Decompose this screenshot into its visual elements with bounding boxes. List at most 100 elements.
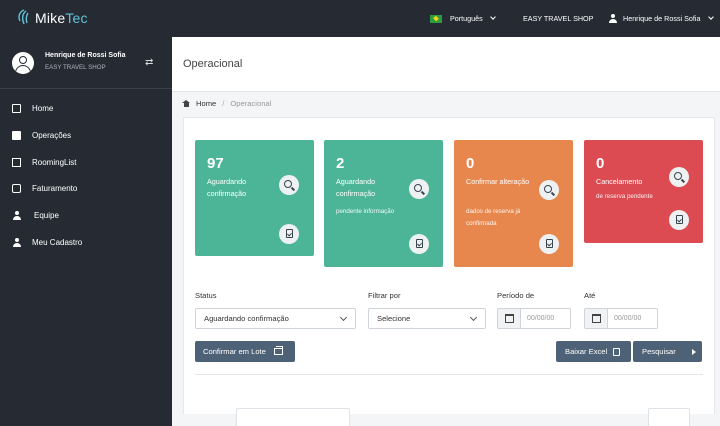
section-divider — [195, 374, 703, 375]
chevron-down-icon — [489, 14, 496, 20]
card-search-button[interactable] — [409, 179, 429, 199]
breadcrumb-current: Operacional — [230, 98, 272, 108]
card-count: 0 — [596, 155, 605, 172]
page-title: Operacional — [183, 58, 243, 70]
sidebar-item-label: Meu Cadastro — [32, 237, 83, 247]
batch-confirm-button[interactable]: Confirmar em Lote — [195, 341, 295, 362]
operations-icon — [12, 130, 21, 140]
sidebar-item-equipe[interactable]: Equipe — [0, 204, 172, 226]
filter-by-label: Filtrar por — [368, 291, 401, 300]
sidebar-item-label: Home — [32, 103, 54, 113]
download-icon — [545, 239, 553, 248]
card-awaiting-confirmation: 97 Aguardando confirmação — [195, 140, 314, 256]
excel-file-icon — [613, 347, 621, 356]
language-label: Português — [450, 14, 483, 23]
profile-shop: EASY TRAVEL SHOP — [45, 64, 106, 71]
breadcrumb: Home / Operacional — [182, 97, 271, 109]
card-count: 97 — [207, 155, 224, 172]
page-size-select[interactable] — [236, 408, 350, 426]
card-download-button[interactable] — [539, 234, 559, 254]
filter-by-select[interactable]: Selecione — [368, 308, 486, 329]
download-icon — [675, 215, 683, 224]
sidebar-item-roominglist[interactable]: RoomingList — [0, 151, 172, 173]
rooming-list-icon — [12, 157, 21, 167]
card-download-button[interactable] — [669, 210, 689, 230]
calendar-icon — [505, 314, 514, 323]
swap-icon[interactable]: ⇄ — [145, 57, 153, 68]
profile-name: Henrique de Rossi Sofia — [45, 52, 126, 59]
search-icon — [414, 183, 422, 192]
logo-mark-icon — [18, 9, 29, 25]
period-to-input[interactable]: 00/00/00 — [608, 308, 658, 329]
period-to-field: 00/00/00 — [584, 308, 658, 329]
language-selector[interactable]: Português — [430, 0, 496, 37]
search-icon — [284, 179, 292, 188]
user-menu[interactable]: Henrique de Rossi Sofia — [608, 0, 714, 37]
card-search-button[interactable] — [279, 175, 299, 195]
card-awaiting-confirmation-pending: 2 Aguardando confirmação pendente inform… — [324, 140, 443, 267]
status-select[interactable]: Aguardando confirmação — [195, 308, 356, 329]
status-label: Status — [195, 291, 217, 300]
search-label: Pesquisar — [642, 347, 676, 356]
sidebar-item-label: Faturamento — [32, 183, 78, 193]
card-count: 0 — [466, 155, 475, 172]
card-title: Aguardando confirmação — [207, 177, 247, 198]
chevron-down-icon — [707, 14, 714, 20]
card-title: Cancelamento — [596, 177, 643, 186]
user-name-label: Henrique de Rossi Sofia — [623, 14, 701, 23]
team-icon — [12, 210, 21, 220]
top-navbar: MikeTec Português EASY TRAVEL SHOP Henri… — [0, 0, 720, 37]
card-title: Confirmar alteração — [466, 177, 530, 186]
download-excel-label: Baixar Excel — [565, 347, 608, 356]
period-from-input[interactable]: 00/00/00 — [521, 308, 571, 329]
download-icon — [415, 239, 423, 248]
card-confirm-change: 0 Confirmar alteração dados de reserva j… — [454, 140, 573, 267]
user-icon — [12, 237, 21, 247]
batch-confirm-label: Confirmar em Lote — [203, 347, 266, 356]
batch-icon — [273, 345, 284, 355]
brand-logo[interactable]: MikeTec — [16, 7, 88, 29]
avatar — [12, 52, 34, 74]
agency-label: EASY TRAVEL SHOP — [523, 14, 594, 23]
sidebar-item-faturamento[interactable]: Faturamento — [0, 177, 172, 199]
chevron-down-icon — [339, 313, 348, 322]
caret-right-icon — [691, 348, 696, 355]
card-title: Aguardando confirmação — [336, 177, 376, 198]
billing-icon — [12, 183, 21, 193]
period-from-label: Período de — [497, 291, 535, 300]
chevron-down-icon — [469, 313, 478, 322]
search-icon — [544, 184, 552, 193]
card-cancellation: 0 Cancelamento de reserva pendente — [584, 140, 703, 243]
calendar-button[interactable] — [497, 308, 521, 329]
sidebar-item-home[interactable]: Home — [0, 97, 172, 119]
search-icon — [674, 171, 682, 180]
page-header: Operacional — [172, 37, 720, 92]
period-to-label: Até — [584, 291, 596, 300]
card-subtitle: dados de reserva já confirmada — [466, 208, 521, 227]
search-button[interactable]: Pesquisar — [633, 341, 702, 362]
sidebar-item-label: Operações — [32, 130, 72, 140]
sidebar-item-meu-cadastro[interactable]: Meu Cadastro — [0, 231, 172, 253]
logo-prefix: Mike — [35, 10, 66, 26]
breadcrumb-separator: / — [222, 98, 225, 108]
sidebar-item-operacoes[interactable]: Operações — [0, 124, 172, 146]
home-icon — [182, 99, 190, 107]
user-icon — [608, 14, 617, 23]
download-icon — [285, 229, 293, 238]
table-search-input[interactable] — [648, 408, 690, 426]
card-download-button[interactable] — [279, 224, 299, 244]
period-from-field: 00/00/00 — [497, 308, 571, 329]
status-select-value: Aguardando confirmação — [204, 314, 289, 323]
calendar-button[interactable] — [584, 308, 608, 329]
home-icon — [12, 103, 21, 113]
sidebar-item-label: Equipe — [34, 210, 59, 220]
sidebar-item-label: RoomingList — [32, 157, 77, 167]
brazil-flag-icon — [430, 14, 442, 23]
card-search-button[interactable] — [539, 180, 559, 200]
breadcrumb-home-link[interactable]: Home — [196, 99, 216, 108]
download-excel-button[interactable]: Baixar Excel — [556, 341, 631, 362]
card-download-button[interactable] — [409, 234, 429, 254]
agency-name[interactable]: EASY TRAVEL SHOP — [523, 0, 593, 37]
card-count: 2 — [336, 155, 345, 172]
card-search-button[interactable] — [669, 167, 689, 187]
